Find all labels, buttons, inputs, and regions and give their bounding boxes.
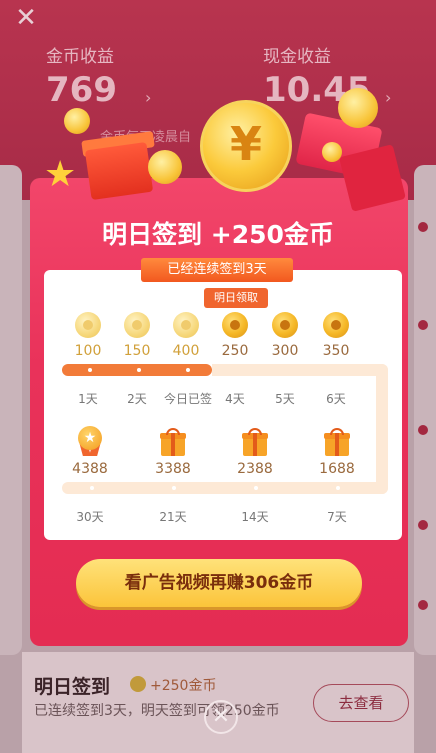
watch-ad-button[interactable]: 看广告视频再赚306金币: [76, 559, 362, 607]
gift-icon: [160, 428, 186, 456]
popup-title: 明日签到 +250金币: [102, 220, 334, 249]
track-dot: [336, 486, 340, 490]
day-label: 2天: [127, 392, 147, 406]
medal-icon: ★: [76, 426, 104, 456]
checkin-card-description: 已连续签到3天，明天签到可领250金币: [34, 703, 280, 719]
day-reward-value: 150: [123, 343, 151, 359]
milestone-reward-value: 4388: [72, 461, 108, 477]
coin-decoration: [64, 108, 90, 134]
cash-income-label: 现金收益: [263, 47, 331, 67]
track-dot: [88, 368, 92, 372]
background-dot: [418, 320, 428, 330]
gift-icon: [324, 428, 350, 456]
progress-track: [376, 364, 388, 494]
coin-icon: [323, 312, 349, 338]
track-dot: [254, 486, 258, 490]
chevron-right-icon: ›: [145, 88, 152, 107]
track-dot: [137, 368, 141, 372]
coin-icon: [124, 312, 150, 338]
day-reward-value: 250: [221, 343, 249, 359]
view-button[interactable]: 去查看: [313, 684, 409, 722]
streak-ribbon: 已经连续签到3天: [141, 258, 293, 282]
track-dot: [172, 486, 176, 490]
coin-decoration: [338, 88, 378, 128]
coin-decoration: [148, 150, 182, 184]
day-label: 1天: [78, 392, 98, 406]
day-reward-value: 400: [172, 343, 200, 359]
track-dot: [186, 368, 190, 372]
coin-income-value[interactable]: 769: [46, 70, 117, 110]
gift-icon: [242, 428, 268, 456]
star-icon: ★: [44, 154, 77, 195]
chevron-right-icon: ›: [385, 88, 392, 107]
day-label: 14天: [241, 510, 269, 524]
day-reward-value: 300: [271, 343, 299, 359]
milestone-reward-value: 3388: [155, 461, 191, 477]
coin-income-label: 金币收益: [46, 47, 114, 67]
milestone-reward-value: 2388: [237, 461, 273, 477]
day-label: 今日已签: [163, 392, 212, 406]
progress-track: [212, 364, 388, 376]
page-close-icon[interactable]: ✕: [12, 4, 40, 32]
coin-icon: [173, 312, 199, 338]
coin-icon: [75, 312, 101, 338]
day-label: 5天: [275, 392, 295, 406]
popup-close-icon[interactable]: ✕: [204, 700, 238, 734]
day-label: 7天: [327, 510, 347, 524]
yen-coin-icon: ¥: [200, 100, 292, 192]
day-label: 21天: [159, 510, 187, 524]
background-dot: [418, 520, 428, 530]
coin-icon: [222, 312, 248, 338]
coin-icon: [130, 676, 146, 692]
coin-decoration: [322, 142, 342, 162]
checkin-card-title: 明日签到: [34, 676, 111, 698]
day-label: 30天: [76, 510, 104, 524]
milestone-reward-value: 1688: [319, 461, 355, 477]
day-reward-value: 350: [322, 343, 350, 359]
day-label: 6天: [326, 392, 346, 406]
coin-icon: [272, 312, 298, 338]
track-dot: [90, 486, 94, 490]
background-dot: [418, 425, 428, 435]
day-reward-value: 100: [74, 343, 102, 359]
day-label: 4天: [225, 392, 245, 406]
gift-box-decoration: [84, 141, 154, 201]
tomorrow-tag: 明日领取: [204, 288, 268, 308]
checkin-card-reward: +250金币: [150, 678, 217, 694]
background-dot: [418, 600, 428, 610]
